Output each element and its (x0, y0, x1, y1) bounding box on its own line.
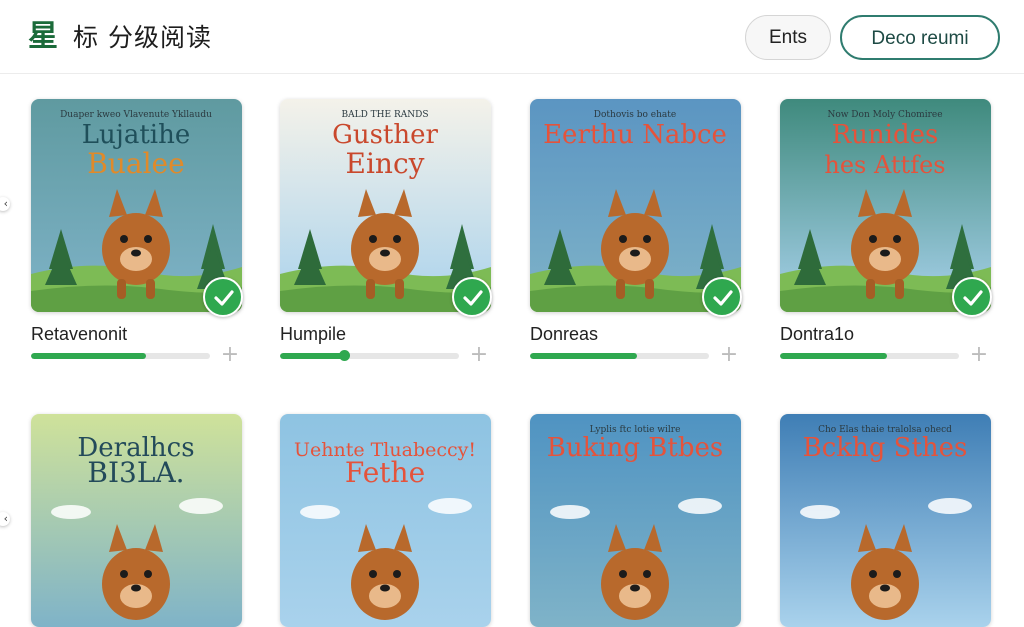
cover-title: Buking Btbes (547, 433, 724, 463)
reading-progress-fill (530, 353, 638, 359)
cover-title: Eerthu Nabce (543, 120, 727, 150)
add-icon[interactable]: + (469, 344, 489, 366)
top-bar: 星 标 分级阅读 Ents Deco reumi (0, 0, 1024, 74)
cover-subtitle: Now Don Moly Chomiree (827, 110, 942, 120)
book-card[interactable]: Deralhcs BI3LA. (31, 414, 245, 627)
book-card[interactable]: Cho Elas thaie tralolsa ohecd Bckhg Sthe… (780, 414, 994, 627)
book-cover-image[interactable]: Uehnte Tluabeccy! Fethe (280, 414, 491, 627)
book-title[interactable]: Humpile (280, 323, 346, 345)
cover-title: Gusther (332, 120, 438, 150)
scroll-arrow-icon[interactable]: ‹ (0, 197, 10, 211)
deco-button[interactable]: Deco reumi (840, 15, 1000, 60)
cover-title: Lujatihe (82, 120, 190, 150)
book-cover-image[interactable]: Cho Elas thaie tralolsa ohecd Bckhg Sthe… (780, 414, 991, 627)
add-icon[interactable]: + (969, 344, 989, 366)
cover-title: Runides (832, 120, 939, 150)
book-card[interactable]: Duaper kweo Vlavenute Ykllaudu Lujatihe … (31, 99, 245, 369)
cover-title: BI3LA. (87, 456, 184, 489)
ents-button[interactable]: Ents (745, 15, 831, 60)
cover-title: Fethe (345, 456, 425, 489)
completed-check-icon (452, 277, 492, 317)
cover-title: Bckhg Sthes (803, 433, 968, 463)
app-logo[interactable]: 星 (28, 18, 58, 56)
book-title[interactable]: Dontra1o (780, 323, 854, 345)
book-cover-image[interactable]: Lyplis ftc lotie wilre Buking Btbes (530, 414, 741, 627)
scroll-arrow-icon[interactable]: ‹ (0, 512, 10, 526)
add-icon[interactable]: + (719, 344, 739, 366)
book-title[interactable]: Retavenonit (31, 323, 127, 345)
book-card[interactable]: BALD THE RANDS Gusther Eincy Humpile + (280, 99, 494, 369)
cover-subtitle: Dothovis bo ehate (594, 110, 676, 120)
cover-title: hes Attfes (824, 151, 945, 179)
page-title: 标 分级阅读 (73, 23, 212, 52)
cover-subtitle: Duaper kweo Vlavenute Ykllaudu (60, 110, 212, 120)
book-card[interactable]: Lyplis ftc lotie wilre Buking Btbes (530, 414, 744, 627)
cover-title: Eincy (346, 147, 425, 180)
progress-handle[interactable] (339, 350, 351, 361)
reading-progress-bar (280, 353, 459, 359)
cover-subtitle: BALD THE RANDS (342, 110, 429, 120)
completed-check-icon (702, 277, 742, 317)
reading-progress-bar (780, 353, 959, 359)
book-card[interactable]: Dothovis bo ehate Eerthu Nabce Donreas + (530, 99, 744, 369)
reading-progress-fill (31, 353, 146, 359)
book-card[interactable]: Now Don Moly Chomiree Runides hes Attfes… (780, 99, 994, 369)
cover-title: Bualee (87, 147, 184, 180)
book-title[interactable]: Donreas (530, 323, 598, 345)
book-cover-image[interactable]: Deralhcs BI3LA. (31, 414, 242, 627)
reading-progress-bar (31, 353, 210, 359)
add-icon[interactable]: + (220, 344, 240, 366)
reading-progress-bar (530, 353, 709, 359)
reading-progress-fill (280, 353, 345, 359)
completed-check-icon (203, 277, 243, 317)
book-card[interactable]: Uehnte Tluabeccy! Fethe (280, 414, 494, 627)
completed-check-icon (952, 277, 992, 317)
reading-progress-fill (780, 353, 888, 359)
